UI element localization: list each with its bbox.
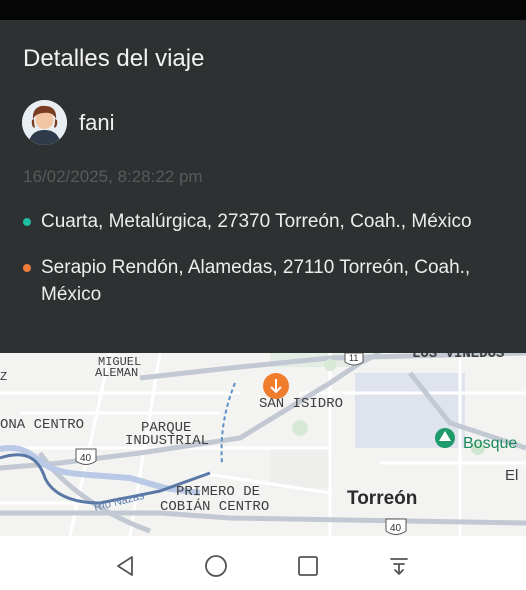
- user-avatar-icon: [22, 100, 67, 145]
- home-button[interactable]: [194, 544, 238, 588]
- map-label-aleman: ALEMAN: [95, 366, 138, 380]
- page-title: Detalles del viaje: [23, 45, 205, 72]
- trip-details-panel: Detalles del viaje fani 16/02/2025, 8:28…: [0, 20, 526, 353]
- map-view[interactable]: MIGUEL ALEMAN LOS VIÑEDOS Z SAN ISIDRO O…: [0, 353, 526, 536]
- recents-button[interactable]: [286, 544, 330, 588]
- svg-text:11: 11: [349, 353, 358, 363]
- destination-pin-icon[interactable]: [263, 373, 289, 399]
- back-triangle-icon: [117, 556, 133, 576]
- trip-timestamp: 16/02/2025, 8:28:22 pm: [23, 167, 203, 186]
- avatar[interactable]: [22, 100, 67, 145]
- park-pin-icon[interactable]: [435, 428, 455, 448]
- menu-button[interactable]: [377, 544, 421, 588]
- system-nav-bar: [0, 536, 526, 590]
- map-label-san-isidro: SAN ISIDRO: [259, 396, 343, 412]
- highway-shield-11: 11: [344, 353, 364, 366]
- home-circle-icon: [205, 555, 227, 577]
- map-label-el: El: [505, 467, 518, 484]
- menu-download-icon: [390, 558, 408, 575]
- origin-address: Cuarta, Metalúrgica, 27370 Torreón, Coah…: [41, 211, 472, 232]
- map-label-los-vinedos: LOS VIÑEDOS: [412, 353, 504, 362]
- svg-text:40: 40: [390, 523, 402, 534]
- destination-address: Serapio Rendón, Alamedas, 27110 Torreón,…: [41, 257, 471, 305]
- back-button[interactable]: [103, 544, 147, 588]
- svg-text:40: 40: [80, 453, 92, 464]
- map-label-cobian-centro: COBIÁN CENTRO: [160, 497, 269, 515]
- status-bar: [0, 0, 526, 20]
- map-label-industrial: INDUSTRIAL: [125, 433, 209, 449]
- map-label-z: Z: [0, 370, 7, 384]
- highway-shield-40-bottom: 40: [385, 518, 407, 535]
- origin-dot-icon: [23, 218, 31, 226]
- highway-shield-40-left: 40: [75, 448, 97, 465]
- map-label-bosque: Bosque: [463, 435, 517, 452]
- map-label-ona-centro: ONA CENTRO: [0, 417, 84, 433]
- destination-stop: Serapio Rendón, Alamedas, 27110 Torreón,…: [23, 254, 503, 308]
- destination-dot-icon: [23, 264, 31, 272]
- map-label-torreon: Torreón: [347, 488, 417, 509]
- origin-stop: Cuarta, Metalúrgica, 27370 Torreón, Coah…: [23, 208, 503, 235]
- recents-square-icon: [298, 556, 318, 576]
- map-label-primero-de: PRIMERO DE: [176, 484, 260, 500]
- username[interactable]: fani: [79, 110, 114, 136]
